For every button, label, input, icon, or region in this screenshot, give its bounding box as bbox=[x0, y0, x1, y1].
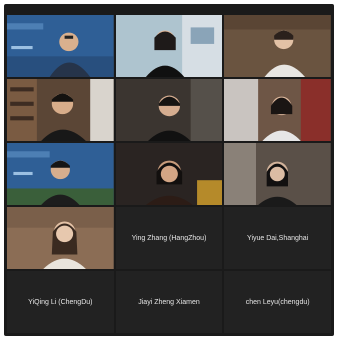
participant-video bbox=[7, 207, 114, 269]
video-tile[interactable] bbox=[224, 79, 331, 141]
participant-tile[interactable]: Ying Zhang (HangZhou) bbox=[115, 207, 223, 269]
participant-video bbox=[115, 15, 223, 77]
participant-tile[interactable]: Jiayi Zheng Xiamen bbox=[115, 271, 223, 333]
participant-video bbox=[115, 79, 223, 141]
participant-video bbox=[7, 15, 114, 77]
video-tile[interactable] bbox=[115, 79, 223, 141]
video-tile[interactable] bbox=[7, 79, 114, 141]
participant-video bbox=[115, 143, 223, 205]
video-tile-active-speaker[interactable] bbox=[115, 15, 223, 77]
video-tile[interactable] bbox=[7, 15, 114, 77]
participant-video bbox=[7, 79, 114, 141]
participant-video bbox=[224, 15, 331, 77]
participant-tile[interactable]: YiQing Li (ChengDu) bbox=[7, 271, 114, 333]
participant-tile[interactable]: Yiyue Dai,Shanghai bbox=[224, 207, 331, 269]
video-tile[interactable] bbox=[7, 143, 114, 205]
participant-video bbox=[224, 143, 331, 205]
meeting-window: Ying Zhang (HangZhou) Yiyue Dai,Shanghai… bbox=[4, 4, 334, 336]
participant-video bbox=[7, 143, 114, 205]
video-tile[interactable] bbox=[224, 143, 331, 205]
video-tile[interactable] bbox=[7, 207, 114, 269]
participant-video bbox=[224, 79, 331, 141]
participant-name: Jiayi Zheng Xiamen bbox=[138, 298, 200, 306]
video-tile[interactable] bbox=[224, 15, 331, 77]
participant-tile[interactable]: chen Leyu(chengdu) bbox=[224, 271, 331, 333]
video-tile[interactable] bbox=[115, 143, 223, 205]
participant-name: YiQing Li (ChengDu) bbox=[28, 298, 93, 306]
participant-name: Ying Zhang (HangZhou) bbox=[131, 234, 207, 242]
participant-name: chen Leyu(chengdu) bbox=[245, 298, 310, 306]
participant-name: Yiyue Dai,Shanghai bbox=[247, 234, 309, 242]
gallery-grid: Ying Zhang (HangZhou) Yiyue Dai,Shanghai… bbox=[7, 15, 331, 333]
